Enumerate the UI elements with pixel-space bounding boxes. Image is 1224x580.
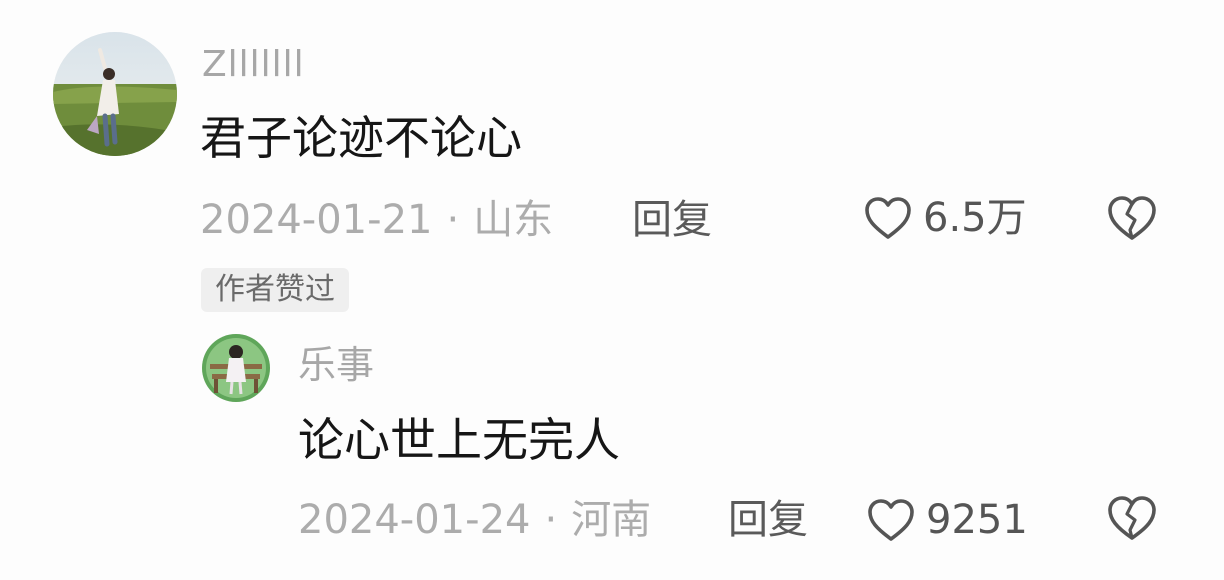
reply-meta: 2024-01-24 · 河南: [298, 498, 651, 542]
like-count: 6.5万: [923, 195, 1027, 241]
comment-date: 2024-01-21: [200, 197, 433, 243]
reply-button[interactable]: 回复: [632, 198, 712, 242]
dislike-button[interactable]: [1106, 194, 1158, 242]
reply-user-avatar[interactable]: [202, 334, 270, 402]
broken-heart-icon: [1108, 496, 1156, 540]
heart-outline-icon: [868, 499, 914, 541]
reply-like-count: 9251: [926, 497, 1028, 543]
comment-text: 君子论迹不论心: [200, 111, 522, 165]
reply-text: 论心世上无完人: [298, 413, 620, 467]
author-liked-badge: 作者赞过: [201, 268, 349, 312]
heart-outline-icon: [865, 197, 911, 239]
meta-separator: ·: [446, 197, 460, 243]
reply-like-button[interactable]: 9251: [866, 497, 1028, 543]
comment-location: 山东: [473, 197, 554, 243]
meta-separator: ·: [544, 497, 558, 543]
reply-username[interactable]: 乐事: [298, 345, 374, 385]
reply-location: 河南: [571, 497, 652, 543]
comment-username[interactable]: Zlllllll: [202, 45, 305, 85]
reply-dislike-button[interactable]: [1106, 494, 1158, 542]
avatar-photo: [53, 32, 177, 156]
broken-heart-icon: [1108, 196, 1156, 240]
reply-reply-button[interactable]: 回复: [728, 498, 808, 542]
reply-date: 2024-01-24: [298, 497, 531, 543]
avatar-photo: [202, 334, 270, 402]
like-button[interactable]: 6.5万: [863, 195, 1027, 241]
comment-thread: Zlllllll 君子论迹不论心 2024-01-21 · 山东 回复 6.5万 作…: [0, 0, 1224, 580]
comment-meta: 2024-01-21 · 山东: [200, 198, 553, 242]
user-avatar[interactable]: [53, 32, 177, 156]
